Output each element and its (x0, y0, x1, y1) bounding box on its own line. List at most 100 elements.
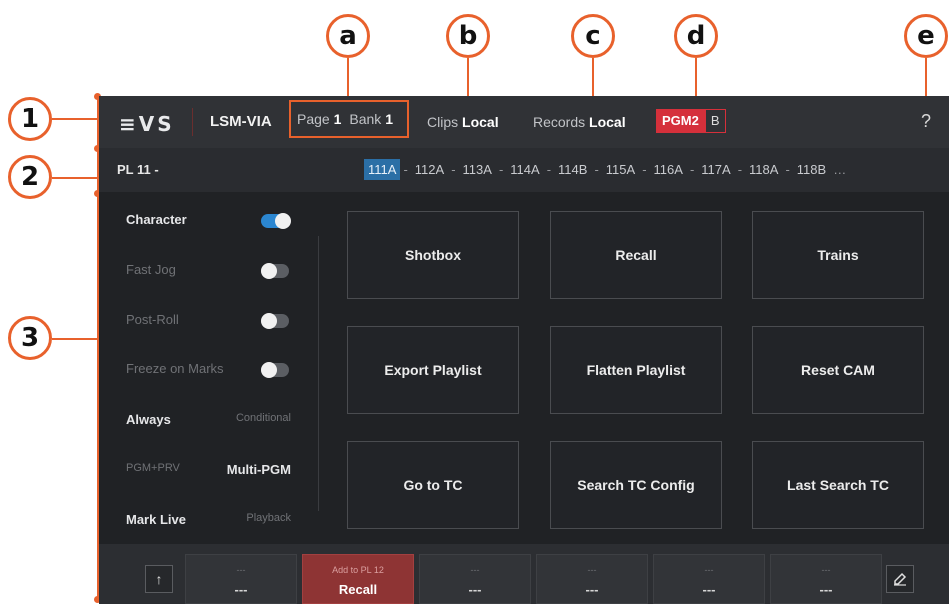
function-key-3[interactable]: --- --- (419, 554, 531, 604)
key-bottom: --- (468, 582, 482, 597)
key-bottom: --- (819, 582, 833, 597)
pgm-selector[interactable]: PGM2 B (656, 109, 726, 133)
key-bottom: --- (702, 582, 716, 597)
toggle-label: Character (126, 212, 187, 227)
callout-d: d (674, 14, 718, 58)
toggle-row-freeze-on-marks[interactable]: Freeze on Marks (126, 361, 296, 381)
playlist-clip-116a[interactable]: 116A (650, 159, 687, 180)
playlist-bar: PL 11 - 111A -112A -113A -114A -114B -115A -11… (99, 148, 949, 192)
key-bottom: --- (585, 582, 599, 597)
search-tc-config-button[interactable]: Search TC Config (550, 441, 722, 529)
clips-source[interactable]: Clips Local (427, 114, 499, 130)
export-playlist-button[interactable]: Export Playlist (347, 326, 519, 414)
up-arrow-icon[interactable]: ↑ (145, 565, 173, 593)
key-top: --- (704, 565, 714, 575)
toggle-switch[interactable] (261, 263, 289, 279)
key-top: --- (236, 565, 246, 575)
recall-button[interactable]: Recall (550, 211, 722, 299)
clip-separator: - (403, 162, 408, 177)
toggle-row-fast-jog[interactable]: Fast Jog (126, 262, 296, 282)
leader-2 (52, 177, 98, 179)
clip-separator: - (785, 162, 790, 177)
recall-function-key[interactable]: Add to PL 12 Recall (302, 554, 414, 604)
option-playback[interactable]: Playback (246, 512, 291, 524)
clips-label: Clips (427, 114, 459, 130)
app-name: LSM-VIA (210, 113, 272, 130)
bank-value: 1 (385, 111, 393, 127)
leader-1 (52, 118, 98, 120)
records-value: Local (589, 114, 626, 130)
clip-separator: - (498, 162, 504, 177)
function-key-1[interactable]: --- --- (185, 554, 297, 604)
playlist-name[interactable]: PL 11 - (117, 162, 159, 177)
toggle-row-post-roll[interactable]: Post-Roll (126, 312, 296, 332)
playlist-clip-117a[interactable]: 117A (697, 159, 734, 180)
function-key-5[interactable]: --- --- (653, 554, 765, 604)
callout-e: e (904, 14, 948, 58)
clip-separator: - (451, 162, 456, 177)
panel-divider (318, 236, 319, 511)
option-multi-pgm[interactable]: Multi-PGM (227, 462, 291, 477)
playlist-clip-112a[interactable]: 112A (411, 159, 448, 180)
reset-cam-button[interactable]: Reset CAM (752, 326, 924, 414)
edit-icon[interactable] (886, 565, 914, 593)
logo-divider (192, 108, 193, 136)
last-search-tc-button[interactable]: Last Search TC (752, 441, 924, 529)
callout-c: c (571, 14, 615, 58)
mode-pair-mark-live-playback: Mark Live Playback (126, 512, 291, 532)
callout-a: a (326, 14, 370, 58)
function-key-bar: ↑ --- --- Add to PL 12 Recall --- --- --… (99, 544, 949, 604)
playlist-clip-115a[interactable]: 115A (602, 159, 639, 180)
toggle-switch[interactable] (261, 213, 291, 229)
clip-separator: - (737, 162, 743, 177)
option-always[interactable]: Always (126, 412, 171, 427)
bank-label: Bank (349, 111, 382, 127)
playlist-clip-114a[interactable]: 114A (506, 159, 543, 180)
mode-pair-pgm-prv-multi-pgm: PGM+PRV Multi-PGM (126, 462, 291, 482)
toggle-label: Fast Jog (126, 262, 176, 277)
key-top: --- (821, 565, 831, 575)
toggle-switch[interactable] (261, 362, 289, 378)
flatten-playlist-button[interactable]: Flatten Playlist (550, 326, 722, 414)
records-source[interactable]: Records Local (533, 114, 626, 130)
key-top: Add to PL 12 (332, 565, 384, 575)
playlist-clip-114b[interactable]: 114B (554, 159, 591, 180)
page-bank-selector[interactable]: Page 1 Bank 1 (289, 100, 409, 138)
option-conditional[interactable]: Conditional (236, 412, 291, 424)
clips-overflow-indicator: … (833, 162, 847, 177)
records-label: Records (533, 114, 586, 130)
key-top: --- (470, 565, 480, 575)
help-icon[interactable]: ? (921, 111, 931, 132)
trains-button[interactable]: Trains (752, 211, 924, 299)
clip-separator: - (642, 162, 647, 177)
shotbox-button[interactable]: Shotbox (347, 211, 519, 299)
page-value: 1 (333, 111, 342, 127)
toggle-label: Post-Roll (126, 312, 179, 327)
pgm-primary[interactable]: PGM2 (656, 109, 705, 133)
toggle-label: Freeze on Marks (126, 361, 224, 376)
playlist-clip-111a[interactable]: 111A (364, 159, 401, 180)
option-pgm-prv[interactable]: PGM+PRV (126, 462, 180, 474)
playlist-clip-118b[interactable]: 118B (793, 159, 830, 180)
callout-2: 2 (8, 155, 52, 199)
mode-pair-always-conditional: Always Conditional (126, 412, 291, 432)
callout-1: 1 (8, 97, 52, 141)
playlist-clip-113a[interactable]: 113A (459, 159, 496, 180)
clips-value: Local (462, 114, 499, 130)
option-mark-live[interactable]: Mark Live (126, 512, 186, 527)
key-top: --- (587, 565, 597, 575)
function-key-4[interactable]: --- --- (536, 554, 648, 604)
go-to-tc-button[interactable]: Go to TC (347, 441, 519, 529)
pgm-secondary[interactable]: B (704, 109, 726, 133)
lsm-via-app: ≡VS LSM-VIA Page 1 Bank 1 Clips Local Re… (99, 96, 949, 604)
leader-3 (52, 338, 98, 340)
callout-b: b (446, 14, 490, 58)
function-key-6[interactable]: --- --- (770, 554, 882, 604)
callout-3: 3 (8, 316, 52, 360)
playlist-clip-118a[interactable]: 118A (745, 159, 782, 180)
toggle-switch[interactable] (261, 313, 289, 329)
evs-logo: ≡VS (119, 112, 175, 136)
key-bottom: Recall (338, 582, 378, 597)
key-bottom: --- (234, 582, 248, 597)
toggle-row-character[interactable]: Character (126, 212, 296, 232)
